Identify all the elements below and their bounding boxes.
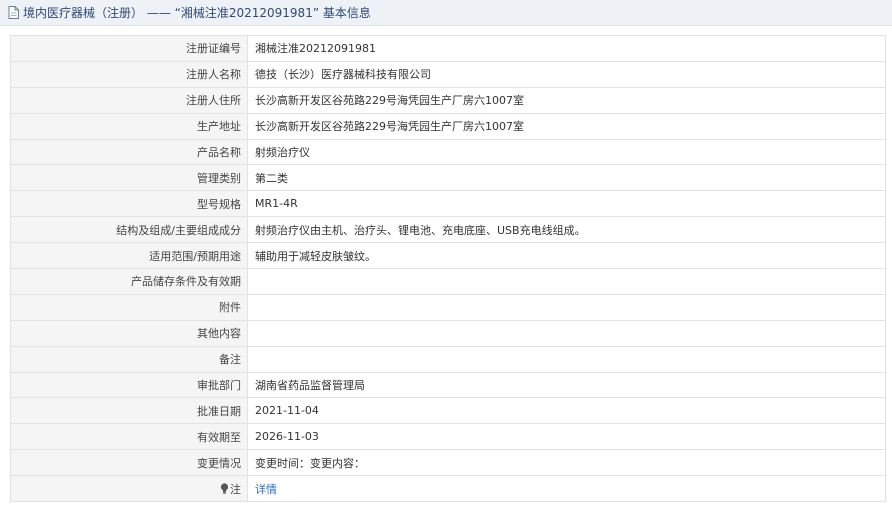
page-title: 境内医疗器械（注册） —— “湘械注准20212091981” 基本信息 bbox=[23, 6, 371, 20]
table-row: 产品储存条件及有效期 bbox=[10, 268, 886, 295]
note-label-cell: 注 bbox=[10, 475, 248, 503]
row-value: 湖南省药品监督管理局 bbox=[247, 371, 886, 399]
table-row: 结构及组成/主要组成成分 射频治疗仪由主机、治疗头、锂电池、充电底座、USB充电… bbox=[10, 216, 886, 244]
table-row: 型号规格 MR1-4R bbox=[10, 190, 886, 218]
row-label: 注册人住所 bbox=[10, 86, 248, 114]
row-value: 湘械注准20212091981 bbox=[247, 35, 886, 62]
table-row: 变更情况 变更时间：变更内容： bbox=[10, 449, 886, 477]
table-row: 备注 bbox=[10, 345, 886, 373]
row-value: MR1-4R bbox=[247, 190, 886, 218]
row-label: 审批部门 bbox=[10, 371, 248, 399]
row-label: 备注 bbox=[10, 345, 248, 373]
row-value: 射频治疗仪由主机、治疗头、锂电池、充电底座、USB充电线组成。 bbox=[247, 216, 886, 244]
table-row: 审批部门 湖南省药品监督管理局 bbox=[10, 371, 886, 399]
row-value: 2026-11-03 bbox=[247, 423, 886, 451]
row-label: 有效期至 bbox=[10, 423, 248, 451]
row-value: 射频治疗仪 bbox=[247, 138, 886, 166]
row-label: 注册人名称 bbox=[10, 60, 248, 88]
row-value: 德技（长沙）医疗器械科技有限公司 bbox=[247, 60, 886, 88]
page-header: 境内医疗器械（注册） —— “湘械注准20212091981” 基本信息 bbox=[0, 0, 892, 26]
row-label: 附件 bbox=[10, 293, 248, 321]
table-row: 批准日期 2021-11-04 bbox=[10, 397, 886, 425]
table-row: 注册人住所 长沙高新开发区谷苑路229号海凭园生产厂房六1007室 bbox=[10, 86, 886, 114]
row-value bbox=[247, 293, 886, 321]
row-value: 长沙高新开发区谷苑路229号海凭园生产厂房六1007室 bbox=[247, 112, 886, 140]
row-label: 批准日期 bbox=[10, 397, 248, 425]
note-label: 注 bbox=[230, 482, 241, 496]
row-label: 结构及组成/主要组成成分 bbox=[10, 216, 248, 244]
lightbulb-icon bbox=[220, 482, 229, 494]
row-value: 变更时间：变更内容： bbox=[247, 449, 886, 477]
table-row: 有效期至 2026-11-03 bbox=[10, 423, 886, 451]
note-value-cell: 详情 bbox=[247, 475, 886, 503]
row-label: 管理类别 bbox=[10, 164, 248, 192]
table-row: 管理类别 第二类 bbox=[10, 164, 886, 192]
row-label: 其他内容 bbox=[10, 319, 248, 347]
row-label: 产品名称 bbox=[10, 138, 248, 166]
row-label: 注册证编号 bbox=[10, 35, 248, 62]
row-label: 适用范围/预期用途 bbox=[10, 242, 248, 270]
row-value: 辅助用于减轻皮肤皱纹。 bbox=[247, 242, 886, 270]
table-row: 注册证编号 湘械注准20212091981 bbox=[10, 35, 886, 62]
table-row: 生产地址 长沙高新开发区谷苑路229号海凭园生产厂房六1007室 bbox=[10, 112, 886, 140]
row-value: 长沙高新开发区谷苑路229号海凭园生产厂房六1007室 bbox=[247, 86, 886, 114]
basic-info-table: 注册证编号 湘械注准20212091981 注册人名称 德技（长沙）医疗器械科技… bbox=[10, 35, 886, 503]
row-label: 产品储存条件及有效期 bbox=[10, 268, 248, 295]
document-icon bbox=[8, 6, 19, 19]
table-row: 产品名称 射频治疗仪 bbox=[10, 138, 886, 166]
row-value bbox=[247, 268, 886, 295]
details-link[interactable]: 详情 bbox=[255, 483, 277, 496]
row-value: 第二类 bbox=[247, 164, 886, 192]
row-label: 变更情况 bbox=[10, 449, 248, 477]
row-value bbox=[247, 345, 886, 373]
row-value bbox=[247, 319, 886, 347]
table-row: 其他内容 bbox=[10, 319, 886, 347]
row-label: 型号规格 bbox=[10, 190, 248, 218]
table-row: 注册人名称 德技（长沙）医疗器械科技有限公司 bbox=[10, 60, 886, 88]
row-value: 2021-11-04 bbox=[247, 397, 886, 425]
table-row: 适用范围/预期用途 辅助用于减轻皮肤皱纹。 bbox=[10, 242, 886, 270]
note-row: 注 详情 bbox=[10, 475, 886, 503]
row-label: 生产地址 bbox=[10, 112, 248, 140]
table-row: 附件 bbox=[10, 293, 886, 321]
